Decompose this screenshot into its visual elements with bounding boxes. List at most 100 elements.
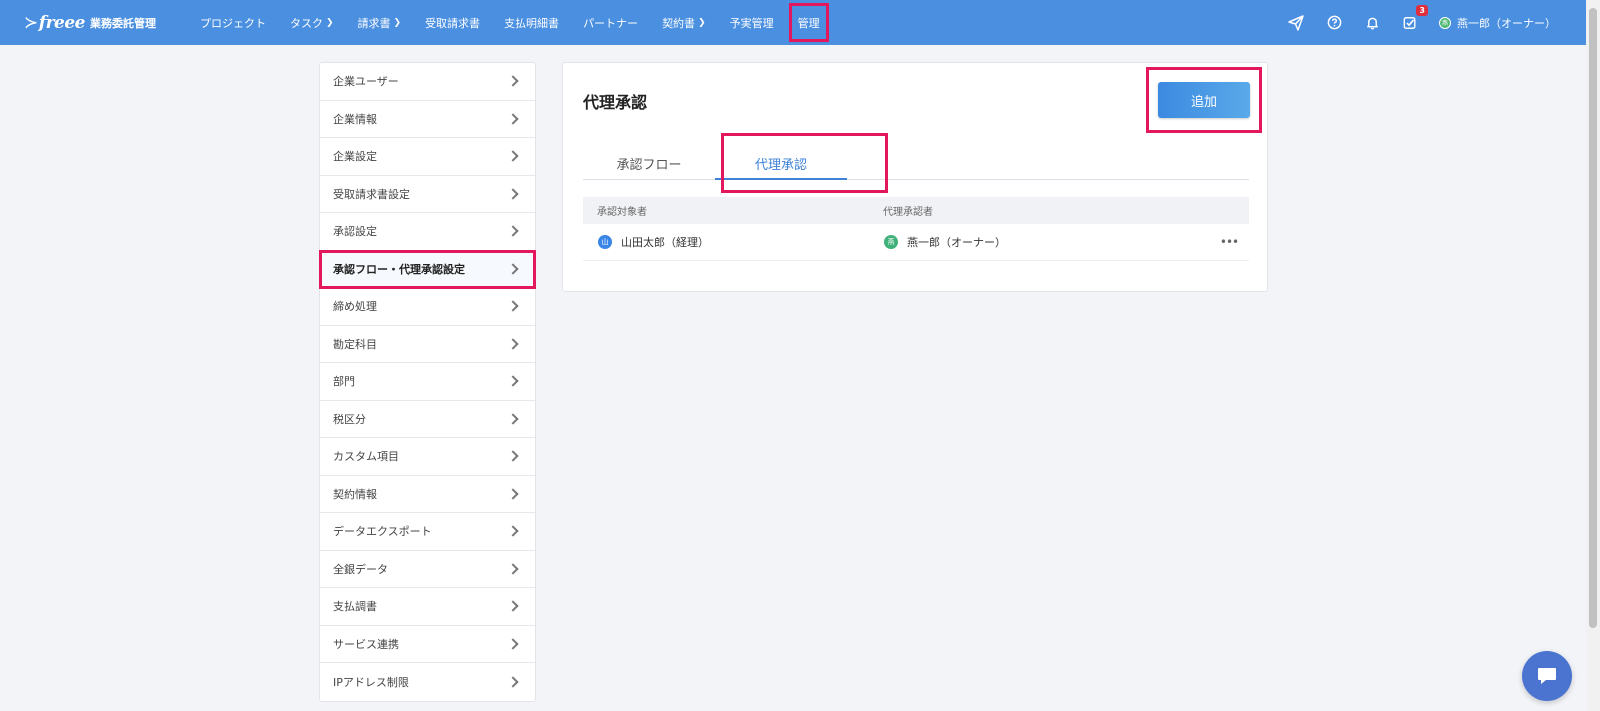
scrollbar-thumb[interactable] — [1589, 8, 1597, 628]
chevron-right-icon — [507, 375, 519, 387]
sidebar-item-label: データエクスポート — [333, 525, 432, 539]
target-cell: 山 山田太郎（経理） — [583, 234, 883, 250]
sidebar-item-service-integration[interactable]: サービス連携 — [320, 626, 535, 663]
proxy-cell: 燕 燕一郎（オーナー） — [883, 234, 1209, 250]
sidebar-item-label: 税区分 — [333, 412, 366, 426]
sidebar-item-label: カスタム項目 — [333, 450, 399, 464]
chevron-right-icon — [507, 225, 519, 237]
paper-plane-icon[interactable] — [1287, 14, 1305, 32]
bell-icon[interactable] — [1363, 14, 1381, 32]
column-header-target: 承認対象者 — [597, 207, 647, 218]
sidebar-item-accounts[interactable]: 勘定科目 — [320, 326, 535, 363]
nav-item-partners[interactable]: パートナー — [571, 0, 650, 45]
sidebar-item-approval-flow-proxy[interactable]: 承認フロー・代理承認設定 — [319, 249, 536, 289]
chat-bubble-icon — [1538, 668, 1556, 684]
freee-logo[interactable]: freee 業務委託管理 — [24, 13, 156, 33]
chevron-down-icon: ❯ — [393, 17, 402, 28]
nav-item-tasks[interactable]: タスク ❯ — [278, 0, 346, 45]
nav-item-payment-statements[interactable]: 支払明細書 — [492, 0, 571, 45]
sidebar-item-label: IPアドレス制限 — [333, 675, 409, 689]
table-row: 山 山田太郎（経理） 燕 燕一郎（オーナー） ••• — [583, 224, 1249, 261]
header-actions: 3 燕 燕一郎（オーナー） — [1267, 0, 1586, 45]
sidebar-item-payment-records[interactable]: 支払調書 — [320, 588, 535, 626]
logo-product-name: 業務委託管理 — [89, 16, 156, 30]
sidebar-item-label: 承認設定 — [333, 225, 377, 239]
chevron-right-icon — [507, 638, 519, 650]
page-title: 代理承認 — [583, 93, 648, 112]
add-button-highlight: 追加 — [1146, 67, 1262, 133]
more-options-icon[interactable]: ••• — [1209, 235, 1249, 249]
chevron-right-icon — [507, 188, 519, 200]
nav-item-invoices[interactable]: 請求書 ❯ — [346, 0, 414, 45]
sidebar-item-approval-settings[interactable]: 承認設定 — [320, 213, 535, 251]
user-avatar: 燕 — [1439, 16, 1451, 29]
chevron-down-icon: ❯ — [325, 17, 334, 28]
chevron-right-icon — [507, 563, 519, 575]
sidebar-item-ip-restriction[interactable]: IPアドレス制限 — [320, 663, 535, 701]
chevron-right-icon — [507, 450, 519, 462]
task-check-icon[interactable]: 3 — [1401, 4, 1428, 32]
chevron-right-icon — [507, 338, 519, 350]
nav-item-projects[interactable]: プロジェクト — [188, 0, 278, 45]
top-navigation-bar: freee 業務委託管理 プロジェクト タスク❯ 請求書❯ 受取請求書 支払明細… — [0, 0, 1586, 45]
sidebar-item-label: 契約情報 — [333, 487, 377, 501]
approval-tabs: 承認フロー 代理承認 — [583, 133, 1249, 193]
sidebar-item-label: 支払調書 — [333, 600, 377, 614]
chevron-right-icon — [507, 600, 519, 612]
sidebar-item-company-settings[interactable]: 企業設定 — [320, 138, 535, 176]
sidebar-item-label: 全銀データ — [333, 562, 388, 576]
sidebar-item-tax-categories[interactable]: 税区分 — [320, 401, 535, 438]
proxy-approval-table: 承認対象者 代理承認者 山 山田太郎（経理） 燕 燕一郎（オーナー） ••• — [583, 197, 1249, 261]
chevron-right-icon — [507, 113, 519, 125]
sidebar-item-label: サービス連携 — [333, 637, 399, 651]
sidebar-item-received-invoice-settings[interactable]: 受取請求書設定 — [320, 176, 535, 213]
sidebar-item-label: 企業ユーザー — [333, 75, 399, 89]
chevron-right-icon — [507, 150, 519, 162]
chevron-right-icon — [507, 676, 519, 688]
chevron-right-icon — [507, 488, 519, 500]
sidebar-item-label: 承認フロー・代理承認設定 — [333, 262, 465, 276]
sidebar-item-label: 締め処理 — [333, 300, 377, 314]
page-scrollbar[interactable] — [1586, 0, 1600, 711]
sidebar-item-zengin-data[interactable]: 全銀データ — [320, 551, 535, 588]
chevron-right-icon — [507, 75, 519, 87]
user-name: 燕一郎（オーナー） — [1457, 16, 1556, 30]
sidebar-item-contract-info[interactable]: 契約情報 — [320, 476, 535, 513]
chevron-right-icon — [507, 300, 519, 312]
sidebar-item-data-export[interactable]: データエクスポート — [320, 513, 535, 551]
add-button[interactable]: 追加 — [1158, 82, 1250, 118]
sidebar-item-custom-fields[interactable]: カスタム項目 — [320, 438, 535, 476]
chevron-right-icon — [507, 413, 519, 425]
chevron-right-icon — [507, 263, 519, 275]
user-menu[interactable]: 燕 燕一郎（オーナー） — [1439, 15, 1556, 31]
proxy-approval-card: 代理承認 追加 承認フロー 代理承認 承認対象者 代理承認者 山 山田太郎（経理… — [562, 62, 1268, 292]
task-count-badge: 3 — [1416, 4, 1428, 16]
avatar: 山 — [597, 234, 613, 250]
nav-item-budget[interactable]: 予実管理 — [718, 0, 786, 45]
nav-item-received-invoices[interactable]: 受取請求書 — [413, 0, 492, 45]
nav-item-contracts[interactable]: 契約書 ❯ — [650, 0, 718, 45]
sidebar-item-label: 勘定科目 — [333, 337, 377, 351]
main-nav: プロジェクト タスク ❯ 請求書 ❯ 受取請求書 支払明細書 パートナー 契約書 ❯ … — [188, 0, 832, 45]
tab-proxy-approval[interactable]: 代理承認 — [715, 148, 847, 180]
help-icon[interactable] — [1325, 14, 1343, 32]
logo-mark: freee — [24, 13, 86, 33]
proxy-name: 燕一郎（オーナー） — [907, 236, 1006, 249]
sidebar-item-label: 部門 — [333, 375, 355, 389]
sidebar-item-company-info[interactable]: 企業情報 — [320, 101, 535, 138]
sidebar-item-label: 企業設定 — [333, 150, 377, 164]
settings-sidebar: 企業ユーザー 企業情報 企業設定 受取請求書設定 承認設定 承認フロー・代理承認… — [319, 62, 536, 702]
tab-approval-flow[interactable]: 承認フロー — [583, 148, 715, 179]
nav-item-admin[interactable]: 管理 — [786, 0, 832, 45]
chevron-down-icon: ❯ — [698, 17, 706, 28]
column-header-proxy: 代理承認者 — [883, 207, 933, 218]
avatar: 燕 — [883, 234, 899, 250]
sidebar-item-company-users[interactable]: 企業ユーザー — [320, 63, 535, 101]
chevron-right-icon — [507, 525, 519, 537]
table-header: 承認対象者 代理承認者 — [583, 197, 1249, 224]
target-name: 山田太郎（経理） — [621, 236, 709, 249]
sidebar-item-closing[interactable]: 締め処理 — [320, 288, 535, 326]
sidebar-item-departments[interactable]: 部門 — [320, 363, 535, 401]
sidebar-item-label: 企業情報 — [333, 112, 377, 126]
chat-support-button[interactable] — [1522, 651, 1572, 701]
